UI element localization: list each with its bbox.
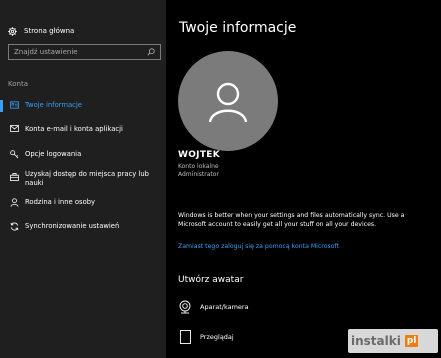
section-label-accounts: Konta bbox=[8, 80, 28, 88]
create-avatar-heading: Utwórz awatar bbox=[178, 275, 244, 285]
browse-icon bbox=[178, 330, 192, 344]
camera-icon bbox=[178, 300, 192, 314]
sidebar-item-label: Rodzina i inne osoby bbox=[25, 198, 96, 206]
sidebar-item-work-access[interactable]: Uzyskaj dostęp do miejsca pracy lub nauk… bbox=[8, 170, 164, 188]
sidebar-item-sign-in-options[interactable]: Opcje logowania bbox=[8, 150, 164, 159]
search-input[interactable] bbox=[14, 48, 134, 56]
sidebar-item-label: Uzyskaj dostęp do miejsca pracy lub nauk… bbox=[25, 170, 149, 187]
home-label: Strona główna bbox=[24, 27, 75, 35]
user-role: Administrator bbox=[178, 171, 219, 178]
person-icon bbox=[8, 198, 20, 207]
browse-option[interactable]: Przeglądaj bbox=[178, 330, 234, 344]
user-card-icon bbox=[8, 101, 20, 109]
page-title: Twoje informacje bbox=[179, 20, 297, 36]
home-link[interactable]: Strona główna bbox=[8, 24, 74, 38]
user-silhouette-icon bbox=[208, 82, 248, 123]
user-name: WOJTEK bbox=[178, 150, 220, 160]
sidebar-item-label: Twoje informacje bbox=[25, 101, 82, 109]
gear-icon bbox=[8, 26, 17, 36]
sidebar-item-family[interactable]: Rodzina i inne osoby bbox=[8, 198, 164, 207]
sidebar-item-label: Konta e-mail i konta aplikacji bbox=[25, 125, 123, 133]
sidebar-item-email-accounts[interactable]: Konta e-mail i konta aplikacji bbox=[8, 125, 164, 134]
browse-option-label: Przeglądaj bbox=[200, 333, 234, 341]
account-type: Konto lokalne bbox=[178, 163, 219, 170]
sidebar: Strona główna Konta Twoje informacje Kon… bbox=[0, 0, 166, 358]
sidebar-item-label: Opcje logowania bbox=[25, 150, 82, 158]
watermark-text: instalki bbox=[351, 334, 401, 348]
sync-info-text: Windows is better when your settings and… bbox=[178, 212, 405, 228]
active-indicator bbox=[0, 100, 3, 112]
briefcase-icon bbox=[8, 173, 20, 181]
avatar bbox=[178, 51, 278, 151]
camera-option-label: Aparat/kamera bbox=[200, 303, 249, 311]
instalki-watermark: instalki pl bbox=[348, 329, 438, 353]
sidebar-item-sync-settings[interactable]: Synchronizowanie ustawień bbox=[8, 222, 164, 231]
microsoft-signin-link[interactable]: Zamiast tego zaloguj się za pomocą konta… bbox=[178, 243, 339, 250]
sync-icon bbox=[8, 222, 20, 231]
sidebar-item-your-info[interactable]: Twoje informacje bbox=[8, 101, 164, 110]
camera-option[interactable]: Aparat/kamera bbox=[178, 300, 249, 314]
mail-icon bbox=[8, 125, 20, 132]
sidebar-item-label: Synchronizowanie ustawień bbox=[25, 222, 120, 230]
watermark-badge: pl bbox=[404, 335, 419, 347]
key-icon bbox=[8, 150, 20, 159]
search-icon[interactable] bbox=[147, 48, 155, 56]
search-box[interactable] bbox=[8, 44, 161, 60]
